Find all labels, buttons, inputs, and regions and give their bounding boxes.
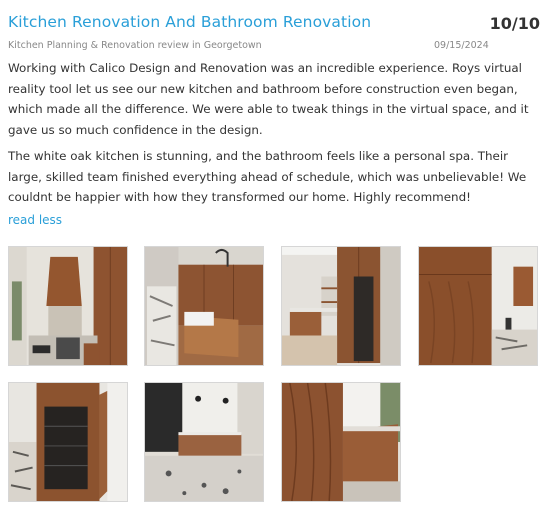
kitchen-appliance-drawer-photo[interactable] <box>144 246 264 366</box>
review-score: 10/10 <box>489 14 540 33</box>
kitchen-appliance-drawer-image <box>145 247 263 365</box>
walnut-island-photo[interactable] <box>281 382 401 502</box>
read-less-link[interactable]: read less <box>8 213 62 227</box>
review-title-link[interactable]: Kitchen Renovation And Bathroom Renovati… <box>8 13 371 31</box>
kitchen-pantry-cabinets-image <box>282 247 400 365</box>
kitchen-pantry-cabinets-photo[interactable] <box>281 246 401 366</box>
review-card: Kitchen Renovation And Bathroom Renovati… <box>0 0 549 516</box>
bathroom-vanity-image <box>145 383 263 501</box>
walnut-panel-cabinet-photo[interactable] <box>418 246 538 366</box>
kitchen-range-hood-photo[interactable] <box>8 246 128 366</box>
walnut-panel-cabinet-image <box>419 247 537 365</box>
kitchen-built-in-cabinet-image <box>9 383 127 501</box>
bathroom-vanity-photo[interactable] <box>144 382 264 502</box>
review-paragraph: The white oak kitchen is stunning, and t… <box>8 149 527 204</box>
walnut-island-image <box>282 383 400 501</box>
kitchen-built-in-cabinet-photo[interactable] <box>8 382 128 502</box>
review-body: Working with Calico Design and Renovatio… <box>8 58 542 214</box>
review-date: 09/15/2024 <box>434 40 489 51</box>
review-paragraph: Working with Calico Design and Renovatio… <box>8 61 529 137</box>
kitchen-range-hood-image <box>9 247 127 365</box>
review-category: Kitchen Planning & Renovation review in … <box>8 40 262 51</box>
